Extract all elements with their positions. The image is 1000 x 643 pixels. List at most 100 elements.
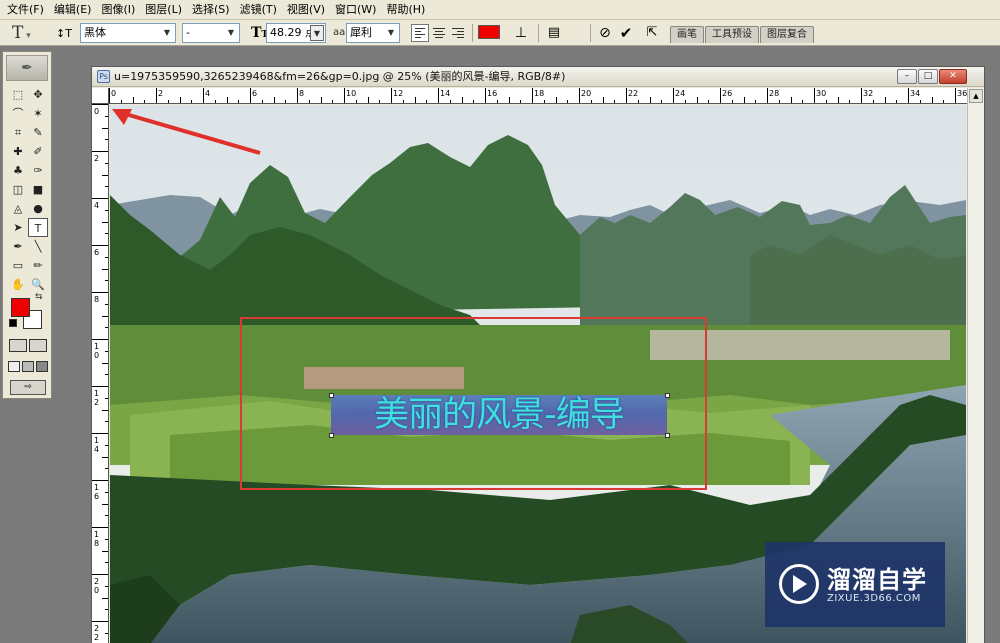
watermark-logo: 溜溜自学 ZIXUE.3D66.COM: [765, 542, 945, 627]
warp-text-icon[interactable]: ⊥: [512, 23, 530, 43]
ruler-label: 2 2: [94, 624, 100, 642]
tool-button-icon[interactable]: ✏: [28, 256, 48, 275]
align-center-button[interactable]: [430, 24, 448, 42]
menu-item[interactable]: 编辑(E): [49, 1, 97, 19]
menu-item[interactable]: 窗口(W): [330, 1, 381, 19]
tool-button-icon[interactable]: ✑: [28, 161, 48, 180]
font-size-select[interactable]: 48.29 点 ▼: [266, 23, 326, 43]
tool-button-icon[interactable]: ◫: [8, 180, 28, 199]
ruler-tick: [132, 97, 134, 103]
tab-layer-comps[interactable]: 图层复合: [760, 26, 814, 43]
ruler-tick: [308, 100, 310, 103]
tool-button-icon[interactable]: ╲: [28, 237, 48, 256]
ruler-tick: [102, 268, 108, 270]
transform-handle[interactable]: [329, 393, 334, 398]
screen-mode-standard-button[interactable]: [8, 361, 20, 372]
ruler-label: 10: [346, 89, 357, 98]
menu-item[interactable]: 选择(S): [187, 1, 235, 19]
tool-button-icon[interactable]: ♣: [8, 161, 28, 180]
tool-button-icon[interactable]: ⬚: [8, 85, 28, 104]
tool-button-icon[interactable]: ◬: [8, 199, 28, 218]
ruler-tick: [755, 100, 757, 103]
imageready-button[interactable]: ⇨: [10, 380, 46, 395]
scroll-up-icon[interactable]: ▲: [969, 89, 983, 103]
tool-button-icon[interactable]: ✚: [8, 142, 28, 161]
tool-button-icon[interactable]: ⌗: [8, 123, 28, 142]
ruler-tick: [567, 100, 569, 103]
quick-mask-button[interactable]: [29, 339, 47, 352]
tool-button-icon[interactable]: ✐: [28, 142, 48, 161]
text-color-swatch[interactable]: [478, 25, 500, 39]
ruler-label: 16: [487, 89, 498, 98]
transform-handle[interactable]: [665, 393, 670, 398]
horizontal-ruler[interactable]: 0 2 4 6 8 10 12 14 16 18 20 22 24 26 28 30 32 34 36: [109, 88, 967, 104]
ruler-tick: [684, 100, 686, 103]
ruler-tick: [543, 100, 545, 103]
ruler-tick: [105, 609, 108, 611]
tool-button-icon[interactable]: ✋: [8, 275, 28, 294]
font-style-select[interactable]: - ▼: [182, 23, 240, 43]
separator: [472, 24, 473, 42]
tab-brushes[interactable]: 画笔: [670, 26, 704, 43]
minimize-button[interactable]: –: [897, 69, 917, 84]
tab-tool-presets[interactable]: 工具预设: [705, 26, 759, 43]
maximize-button[interactable]: □: [918, 69, 938, 84]
menu-item[interactable]: 文件(F): [2, 1, 49, 19]
menu-item[interactable]: 图层(L): [140, 1, 187, 19]
tool-button-icon[interactable]: T: [28, 218, 48, 237]
default-colors-icon[interactable]: [9, 319, 17, 327]
ruler-tick: [105, 209, 108, 211]
tool-button-icon[interactable]: ✥: [28, 85, 48, 104]
transform-handle[interactable]: [665, 433, 670, 438]
separator: [538, 24, 539, 42]
align-left-button[interactable]: [411, 24, 429, 42]
commit-icon[interactable]: ✔: [618, 23, 634, 43]
tool-button-icon[interactable]: ➤: [8, 218, 28, 237]
tool-button-icon[interactable]: ■: [28, 180, 48, 199]
text-layer-content[interactable]: 美丽的风景-编导: [331, 395, 667, 435]
font-family-value: 黑体: [84, 26, 106, 39]
menu-item[interactable]: 视图(V): [282, 1, 330, 19]
menu-item[interactable]: 图像(I): [96, 1, 140, 19]
cancel-icon[interactable]: ⊘: [597, 23, 613, 43]
close-button[interactable]: ✕: [939, 69, 967, 84]
tool-button-icon[interactable]: ✒: [8, 237, 28, 256]
ruler-tick: [508, 97, 510, 103]
tool-button-icon[interactable]: ⌒: [8, 104, 28, 123]
menu-item[interactable]: 帮助(H): [381, 1, 430, 19]
document-title-bar[interactable]: Ps u=1975359590,3265239468&fm=26&gp=0.jp…: [92, 67, 984, 87]
ruler-tick: [297, 88, 298, 103]
swap-colors-icon[interactable]: ⇆: [35, 292, 43, 302]
align-right-button[interactable]: [449, 24, 467, 42]
ruler-tick: [105, 139, 108, 141]
ruler-tick: [872, 100, 874, 103]
font-family-select[interactable]: 黑体 ▼: [80, 23, 176, 43]
bridge-icon[interactable]: ⇱: [642, 23, 662, 43]
menu-item[interactable]: 滤镜(T): [235, 1, 282, 19]
tool-button-icon[interactable]: ●: [28, 199, 48, 218]
transform-handle[interactable]: [329, 433, 334, 438]
screen-mode-full-button[interactable]: [36, 361, 48, 372]
foreground-color-swatch[interactable]: [11, 298, 30, 317]
standard-mode-button[interactable]: [9, 339, 27, 352]
options-bar: T ▾ ↕T 黑体 ▼ - ▼ TT 48.29 点 ▼ aa 犀利 ▼ ⊥ ▤ ⊘ ✔…: [0, 20, 1000, 46]
ruler-tick: [226, 97, 228, 103]
text-orientation-icon[interactable]: ↕T: [55, 23, 73, 43]
type-tool-preset-icon[interactable]: T ▾: [12, 23, 42, 43]
character-palette-icon[interactable]: ▤: [545, 23, 563, 43]
ruler-tick: [167, 100, 169, 103]
tool-button-icon[interactable]: ✶: [28, 104, 48, 123]
screen-mode-menubar-button[interactable]: [22, 361, 34, 372]
chevron-down-icon: ▼: [310, 25, 324, 41]
antialias-select[interactable]: 犀利 ▼: [346, 23, 400, 43]
ruler-tick: [203, 88, 204, 103]
chevron-down-icon: ▼: [163, 28, 171, 37]
text-layer-box[interactable]: 美丽的风景-编导: [331, 395, 667, 435]
vertical-ruler[interactable]: 0 2 4 6 8 1 0 1 2 1 4 1 6 1 8 2 0 2 2: [92, 104, 109, 643]
ruler-origin[interactable]: [92, 88, 109, 104]
vertical-scrollbar[interactable]: ▲: [967, 88, 984, 643]
feather-logo-icon[interactable]: ✒: [6, 55, 48, 81]
ruler-tick: [102, 409, 108, 411]
tool-button-icon[interactable]: ✎: [28, 123, 48, 142]
tool-button-icon[interactable]: ▭: [8, 256, 28, 275]
